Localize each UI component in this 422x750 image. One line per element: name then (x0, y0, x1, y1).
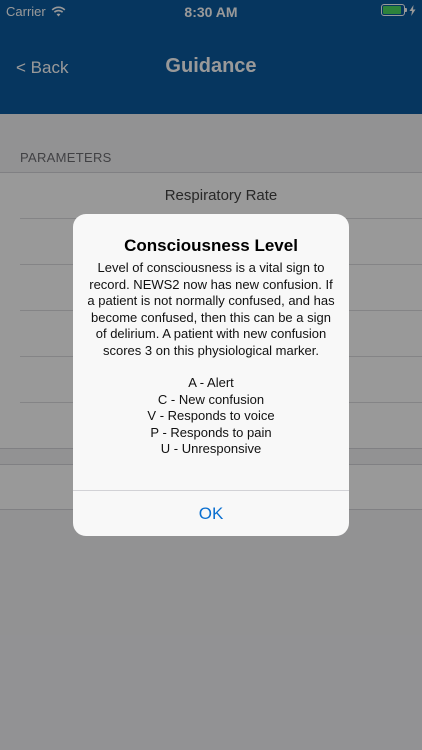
dialog-title: Consciousness Level (124, 236, 298, 255)
level-alert: A - Alert (188, 375, 234, 390)
level-new-confusion: C - New confusion (157, 391, 265, 407)
level-voice: V - Responds to voice (147, 408, 275, 423)
level-unresponsive: U - Unresponsive (160, 441, 262, 456)
dialog-description: Level of consciousness is a vital sign t… (87, 260, 335, 358)
dialog-message: Level of consciousness is a vital sign t… (85, 260, 337, 458)
ok-button[interactable]: OK (73, 491, 349, 536)
consciousness-levels-list: A - Alert C - New confusion V - Responds… (85, 375, 337, 458)
level-pain: P - Responds to pain (150, 424, 272, 440)
alert-dialog: Consciousness Level Level of consciousne… (73, 214, 349, 536)
